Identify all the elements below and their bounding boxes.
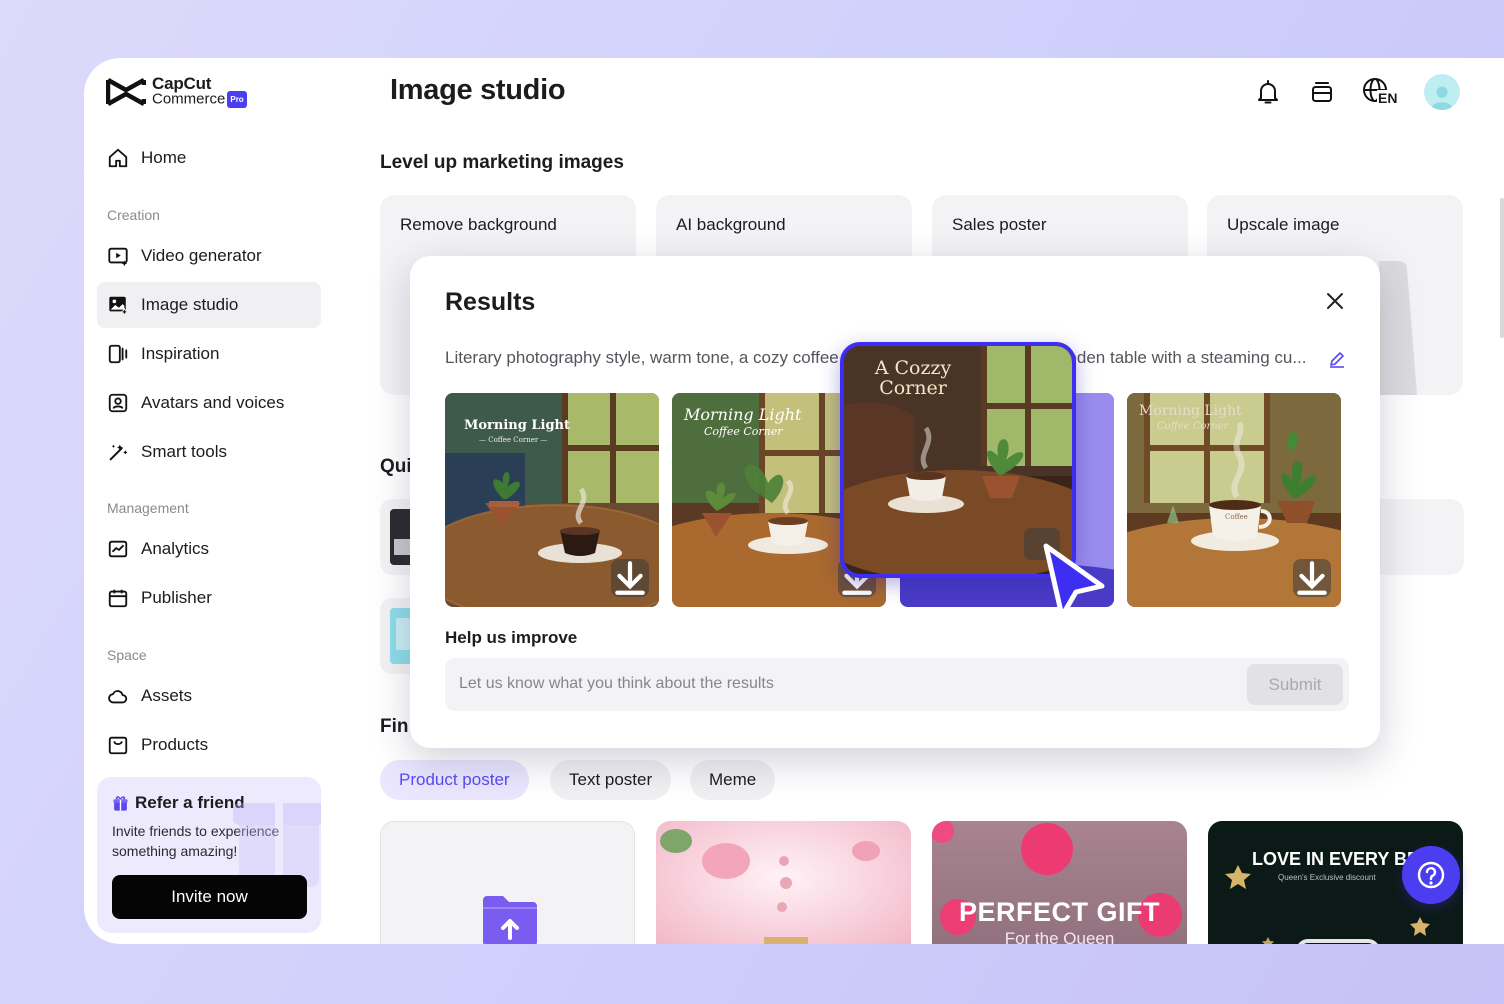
sidebar-item-assets[interactable]: Assets (97, 673, 321, 719)
question-icon (1417, 861, 1445, 889)
template-subtitle: Queen's Exclusive discount (1278, 873, 1376, 882)
result-image-subtitle: Coffee Corner (1157, 421, 1229, 432)
modal-title: Results (445, 288, 536, 316)
brand-line2: Commerce (152, 90, 226, 108)
quick-card-edge (1380, 499, 1464, 575)
sidebar-item-label: Smart tools (141, 442, 227, 461)
section-label-space: Space (107, 647, 147, 663)
help-button[interactable] (1402, 846, 1460, 904)
feedback-placeholder: Let us know what you think about the res… (459, 675, 774, 692)
tab-product-poster[interactable]: Product poster (380, 760, 529, 800)
sidebar-item-label: Avatars and voices (141, 393, 285, 412)
products-icon (108, 736, 128, 755)
sidebar-item-home[interactable]: Home (97, 135, 321, 181)
download-button[interactable] (611, 559, 649, 597)
language-selector[interactable]: EN (1362, 77, 1399, 107)
layers-icon[interactable] (1308, 78, 1336, 106)
sidebar: CapCut Commerce Pro Home Creation Video g… (84, 58, 334, 944)
page-title: Image studio (390, 74, 566, 106)
tool-card-preview-icon (1379, 261, 1417, 395)
close-icon[interactable] (1324, 290, 1346, 312)
cup-label: Coffee (1225, 513, 1248, 521)
sidebar-item-image-studio[interactable]: Image studio (97, 282, 321, 328)
folder-upload-icon (483, 896, 537, 944)
video-generator-icon (108, 247, 128, 267)
section-label-creation: Creation (107, 207, 160, 223)
tab-meme[interactable]: Meme (690, 760, 776, 800)
avatar[interactable] (1424, 74, 1460, 110)
avatar-icon (108, 393, 128, 413)
sidebar-item-publisher[interactable]: Publisher (97, 575, 321, 621)
download-icon (1297, 561, 1327, 595)
result-image-title: A Cozzy Corner (874, 357, 952, 399)
cursor-pointer-icon (1043, 543, 1105, 619)
template-title: PERFECT GIFT (959, 897, 1160, 927)
scrollbar[interactable] (1500, 198, 1504, 338)
template-thumbnail-icon (656, 821, 911, 944)
tool-card-label: AI background (676, 215, 786, 234)
brand-line1: CapCut (152, 74, 212, 93)
invite-now-button[interactable]: Invite now (112, 875, 307, 919)
sidebar-item-avatars-and-voices[interactable]: Avatars and voices (97, 380, 321, 426)
sidebar-item-label: Analytics (141, 539, 210, 558)
analytics-icon (108, 540, 128, 558)
help-title: Help us improve (445, 628, 578, 647)
download-icon (615, 561, 645, 595)
result-image-4[interactable]: Morning Light Coffee Corner Coffee (1127, 393, 1341, 607)
refer-card: Refer a friend Invite friends to experie… (97, 777, 321, 933)
brand-name: CapCut Commerce Pro (152, 74, 247, 108)
tool-card-label: Sales poster (952, 215, 1047, 234)
template-subtitle: For the Queen (1004, 929, 1115, 944)
tool-card-label: Upscale image (1227, 215, 1340, 234)
header-actions: EN (1254, 74, 1460, 110)
submit-button[interactable]: Submit (1247, 664, 1343, 705)
template-card[interactable] (656, 821, 911, 944)
section-label-management: Management (107, 500, 189, 516)
capcut-logo-icon (106, 78, 146, 106)
language-code: EN (1377, 90, 1399, 106)
result-image-1[interactable]: Morning Light — Coffee Corner — (445, 393, 659, 607)
sidebar-item-label: Inspiration (141, 344, 220, 363)
cloud-icon (108, 690, 128, 704)
gift-icon (113, 795, 128, 811)
inspiration-icon (108, 344, 128, 364)
download-button[interactable] (1293, 559, 1331, 597)
feedback-field[interactable]: Let us know what you think about the res… (445, 658, 1349, 711)
result-image-title: Morning Light (684, 405, 802, 424)
sidebar-item-label: Assets (141, 686, 193, 705)
magic-wand-icon (109, 444, 128, 461)
bell-icon[interactable] (1254, 78, 1282, 106)
tool-card-label: Remove background (400, 215, 557, 234)
sidebar-item-label: Video generator (141, 246, 262, 265)
result-image-title: Morning Light (1139, 403, 1242, 419)
upload-template-card[interactable] (380, 821, 635, 944)
image-studio-icon (109, 296, 129, 316)
sidebar-item-label: Home (141, 148, 187, 167)
home-icon (108, 148, 128, 168)
find-section-title: Fin (380, 716, 409, 737)
sidebar-item-label: Products (141, 735, 209, 754)
section-title: Level up marketing images (380, 152, 624, 173)
quick-section-title: Qui (380, 456, 412, 477)
sidebar-item-label: Publisher (141, 588, 212, 607)
sidebar-item-smart-tools[interactable]: Smart tools (97, 429, 321, 475)
sidebar-item-products[interactable]: Products (97, 722, 321, 768)
gift-decoration-icon (233, 803, 321, 887)
user-avatar-icon (1430, 86, 1454, 110)
sidebar-item-video-generator[interactable]: Video generator (97, 233, 321, 279)
calendar-icon (108, 589, 128, 608)
brand-logo[interactable]: CapCut Commerce Pro (106, 74, 247, 108)
sidebar-item-analytics[interactable]: Analytics (97, 526, 321, 572)
pro-badge: Pro (227, 91, 247, 108)
edit-pencil-icon[interactable] (1328, 350, 1346, 368)
tab-text-poster[interactable]: Text poster (550, 760, 672, 800)
result-image-title: Morning Light (464, 418, 570, 433)
sidebar-item-inspiration[interactable]: Inspiration (97, 331, 321, 377)
result-image-subtitle: — Coffee Corner — (479, 436, 548, 444)
template-card[interactable]: PERFECT GIFT For the Queen (932, 821, 1187, 944)
sidebar-item-label: Image studio (141, 295, 239, 314)
result-image-subtitle: Coffee Corner (704, 425, 783, 438)
